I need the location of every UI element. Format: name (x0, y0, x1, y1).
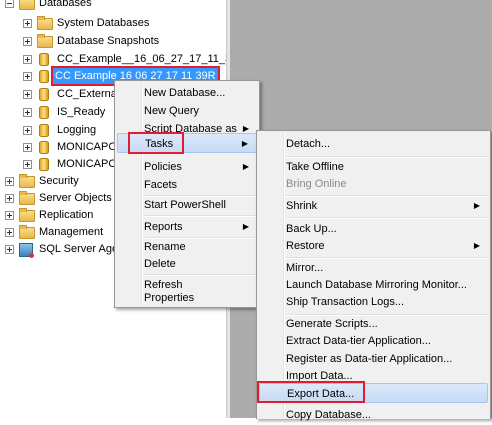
menu-item-extract-data-tier-application[interactable]: Extract Data-tier Application... (259, 331, 488, 351)
expand-icon[interactable] (5, 211, 14, 220)
menu-item-label: Back Up... (286, 223, 337, 235)
tree-node-system-databases[interactable]: System Databases (0, 15, 220, 31)
menu-item-label: Reports (144, 221, 183, 233)
tree-node-label: Replication (39, 209, 94, 221)
tree-node-label: IS_Ready (57, 106, 106, 118)
expand-icon[interactable] (23, 55, 32, 64)
menu-item-label: New Query (144, 105, 200, 117)
menu-item-label: Copy Database... (286, 409, 371, 421)
menu-item-start-powershell[interactable]: Start PowerShell (117, 195, 257, 215)
submenu-arrow-icon: ▶ (242, 222, 249, 231)
menu-item-label: Start PowerShell (144, 199, 226, 211)
expand-icon[interactable] (23, 160, 32, 169)
expand-icon[interactable] (23, 19, 32, 28)
tree-node-databases[interactable]: Databases (0, 0, 220, 11)
tree-node-label: Databases (39, 0, 92, 9)
tree-node-label: Management (39, 226, 104, 238)
menu-item-label: Import Data... (286, 370, 353, 382)
tree-node-database-snapshots[interactable]: Database Snapshots (0, 33, 220, 49)
database-icon (39, 158, 49, 171)
sql-agent-icon (19, 243, 34, 258)
menu-item-label: Extract Data-tier Application... (286, 335, 431, 347)
database-icon (39, 106, 49, 119)
folder-icon (19, 208, 35, 222)
expand-icon[interactable] (23, 126, 32, 135)
menu-item-label: Tasks (145, 138, 174, 150)
database-icon (39, 88, 49, 101)
folder-icon (19, 191, 35, 205)
folder-icon (19, 0, 35, 10)
tree-node-label: System Databases (57, 17, 150, 29)
folder-icon (37, 34, 53, 48)
menu-item-label: Export Data... (287, 388, 355, 400)
menu-item-label: Rename (144, 241, 186, 253)
menu-item-label: Policies (144, 161, 182, 173)
menu-item-label: Take Offline (286, 161, 344, 173)
menu-item-new-query[interactable]: New Query (117, 101, 257, 121)
expand-icon[interactable] (5, 177, 14, 186)
menu-item-label: Register as Data-tier Application... (286, 353, 453, 365)
menu-item-label: Launch Database Mirroring Monitor... (286, 279, 467, 291)
expand-icon[interactable] (23, 108, 32, 117)
menu-item-label: Detach... (286, 138, 331, 150)
menu-item-label: Facets (144, 179, 178, 191)
tree-node-label: CC_Example__16_06_27_17_11_39 (57, 53, 238, 65)
menu-item-detach[interactable]: Detach... (259, 134, 488, 154)
submenu-arrow-icon: ▶ (241, 139, 248, 148)
expand-icon[interactable] (23, 143, 32, 152)
menu-item-label: Restore (286, 240, 325, 252)
expand-icon[interactable] (5, 228, 14, 237)
menu-item-properties[interactable]: Properties (117, 291, 257, 307)
menu-item-policies[interactable]: Policies ▶ (117, 157, 257, 177)
tree-node-label: Security (39, 175, 79, 187)
submenu-arrow-icon: ▶ (473, 241, 480, 250)
menu-item-label: New Database... (144, 87, 226, 99)
menu-item-label: Shrink (286, 200, 318, 212)
expand-icon[interactable] (23, 90, 32, 99)
menu-item-label: Delete (144, 258, 176, 270)
menu-item-tasks[interactable]: Tasks ▶ (117, 133, 257, 153)
menu-item-label: Properties (144, 292, 195, 304)
menu-item-delete[interactable]: Delete (117, 254, 257, 274)
database-icon (39, 141, 49, 154)
folder-icon (19, 174, 35, 188)
menu-item-label: Ship Transaction Logs... (286, 296, 405, 308)
menu-item-label: Mirror... (286, 262, 324, 274)
menu-item-facets[interactable]: Facets (117, 175, 257, 195)
submenu-arrow-icon: ▶ (242, 162, 249, 171)
menu-item-shrink[interactable]: Shrink ▶ (259, 196, 488, 216)
expand-icon[interactable] (23, 72, 32, 81)
menu-item-copy-database[interactable]: Copy Database... (259, 405, 488, 425)
menu-item-label: Generate Scripts... (286, 318, 378, 330)
folder-icon (37, 16, 53, 30)
tree-node-label: Database Snapshots (57, 35, 160, 47)
tree-node-database[interactable]: CC_Example__16_06_27_17_11_39 (0, 51, 237, 67)
menu-item-reports[interactable]: Reports ▶ (117, 217, 257, 237)
expand-icon[interactable] (23, 37, 32, 46)
submenu-arrow-icon: ▶ (473, 201, 480, 210)
collapse-icon[interactable] (5, 0, 14, 8)
menu-item-label: Bring Online (286, 178, 347, 190)
menu-item-restore[interactable]: Restore ▶ (259, 236, 488, 256)
tasks-submenu: Detach... Take Offline Bring Online Shri… (256, 130, 491, 421)
menu-item-ship-transaction-logs[interactable]: Ship Transaction Logs... (259, 292, 488, 312)
tree-node-label: Server Objects (39, 192, 112, 204)
database-icon (39, 124, 49, 137)
tree-node-label: Logging (57, 124, 97, 136)
database-icon (39, 70, 49, 83)
menu-item-new-database[interactable]: New Database... (117, 83, 257, 103)
menu-item-export-data[interactable]: Export Data... (259, 383, 488, 403)
folder-icon (19, 225, 35, 239)
expand-icon[interactable] (5, 194, 14, 203)
expand-icon[interactable] (5, 245, 14, 254)
menu-item-label: Refresh (144, 279, 183, 291)
database-context-menu: New Database... New Query Script Databas… (114, 80, 260, 308)
menu-item-bring-online: Bring Online (259, 174, 488, 194)
database-icon (39, 53, 49, 66)
